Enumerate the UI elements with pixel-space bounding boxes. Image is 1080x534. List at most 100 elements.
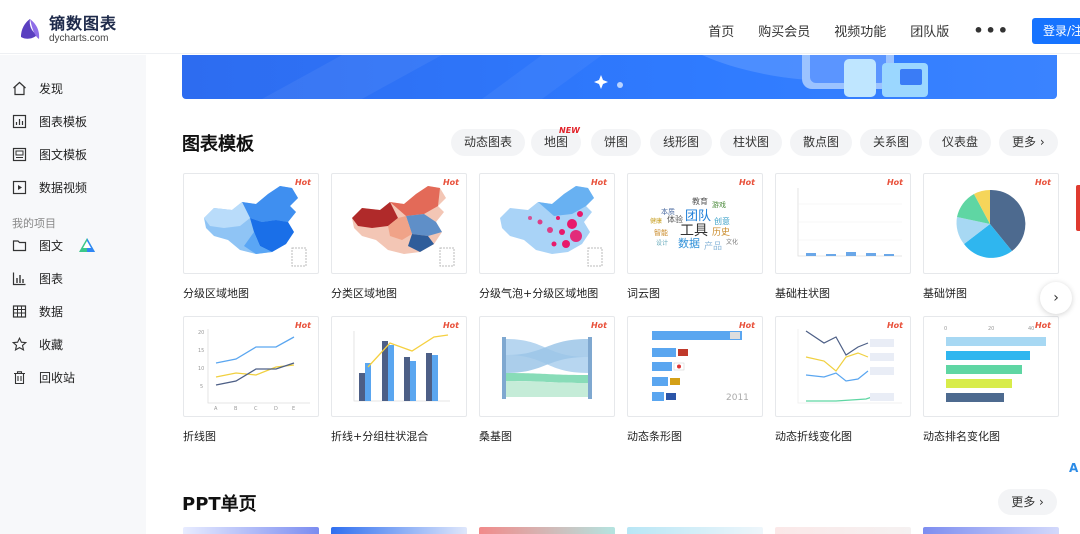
word-cloud-word: 历史 [712,226,730,238]
hot-badge: Hot [442,178,459,187]
filter-pie[interactable]: 饼图 [591,129,642,156]
brand-logo[interactable]: 镝数图表 dycharts.com [17,16,117,44]
carousel-next-button[interactable]: › [1040,282,1072,314]
sidebar-item-image-text[interactable]: 图文 [0,231,146,259]
bubble-map-thumbnail [500,186,603,267]
new-badge: NEW [559,126,580,135]
axis-tick-label: 5 [200,384,203,390]
template-card-sankey[interactable]: Hot [479,316,615,417]
hot-badge: Hot [590,178,607,187]
sidebar-item-label: 图表 [39,271,64,286]
sidebar-item-trash[interactable]: 回收站 [0,363,146,391]
sidebar-item-label: 数据视频 [39,180,88,195]
basic-bar-thumbnail [797,188,902,257]
ppt-card[interactable] [479,527,615,534]
template-card-word-cloud[interactable]: 教育 游戏 本质 团队 体验 创意 工具 历史 数据 产品 智能 文化 设计 健… [627,173,763,274]
filter-scatter[interactable]: 散点图 [790,129,853,156]
template-card-racing-line[interactable]: Hot [775,316,911,417]
hot-badge: Hot [886,178,903,187]
template-card-line[interactable]: 20 15 10 5 A B C D E Hot [183,316,319,417]
filter-more[interactable]: 更多 › [999,129,1058,156]
ppt-card[interactable] [775,527,911,534]
word-cloud-thumbnail: 教育 游戏 本质 团队 体验 创意 工具 历史 数据 产品 智能 文化 设计 健… [650,196,738,252]
card-label: 动态折线变化图 [775,430,852,443]
hot-badge: Hot [294,178,311,187]
hot-badge: Hot [886,321,903,330]
section-title-ppt: PPT单页 [182,494,257,515]
template-card-bubble-map[interactable]: Hot [479,173,615,274]
login-button[interactable]: 登录/注 [1032,17,1080,44]
sidebar-item-data[interactable]: 数据 [0,297,146,325]
chart-template-icon [12,114,27,128]
sidebar-section-my-projects: 我的项目 [12,217,56,230]
sidebar-item-favorites[interactable]: 收藏 [0,330,146,358]
template-card-basic-pie[interactable]: Hot [923,173,1059,274]
axis-tick-label: 20 [198,330,204,336]
sidebar-item-chart-templates[interactable]: 图表模板 [0,107,146,135]
ppt-card[interactable] [923,527,1059,534]
word-cloud-word: 游戏 [712,200,726,209]
bar-chart-icon [12,272,26,285]
sidebar-item-discover[interactable]: 发现 [0,74,146,102]
ppt-card[interactable] [331,527,467,534]
trash-icon [14,370,25,384]
axis-tick-label: A [214,406,218,412]
sidebar-item-image-text-templates[interactable]: 图文模板 [0,140,146,168]
hot-badge: Hot [590,321,607,330]
axis-tick-label: 10 [198,366,204,372]
home-icon [13,81,26,95]
template-card-line-bar-combo[interactable]: Hot [331,316,467,417]
section-title-chart-templates: 图表模板 [182,134,254,155]
nav-home[interactable]: 首页 [708,21,734,40]
filter-bar[interactable]: 柱状图 [720,129,783,156]
ppt-more-button[interactable]: 更多 › [998,489,1057,515]
racing-year-label: 2011 [726,393,749,403]
axis-tick-label: 40 [1028,326,1034,332]
filter-relation[interactable]: 关系图 [860,129,923,156]
video-icon [12,180,27,194]
nav-team-edition[interactable]: 团队版 [910,21,949,40]
more-menu-icon[interactable]: ••• [973,21,1010,40]
promo-banner[interactable] [182,55,1057,99]
line-thumbnail: 20 15 10 5 A B C D E [198,329,310,412]
template-card-racing-bar[interactable]: 2011 Hot [627,316,763,417]
sidebar-item-label: 发现 [39,81,64,96]
template-card-basic-bar[interactable]: Hot [775,173,911,274]
ppt-card[interactable] [627,527,763,534]
racing-rank-thumbnail: 0 20 40 [944,326,1046,402]
brand-subtitle: dycharts.com [49,33,109,44]
axis-tick-label: 20 [988,326,994,332]
sidebar-item-charts[interactable]: 图表 [0,264,146,292]
sidebar-item-label: 收藏 [39,337,64,352]
card-label: 桑基图 [479,430,512,443]
template-card-choropleth-map[interactable]: Hot [183,173,319,274]
axis-tick-label: E [292,406,295,412]
racing-bar-thumbnail: 2011 [652,331,749,403]
filter-gauge[interactable]: 仪表盘 [929,129,992,156]
side-widget-tab[interactable] [1076,185,1080,231]
banner-illustration [262,55,928,99]
card-label: 分级区域地图 [183,287,249,300]
filter-dynamic-charts[interactable]: 动态图表 [451,129,526,156]
sidebar-item-data-video[interactable]: 数据视频 [0,173,146,201]
word-cloud-word: 文化 [726,238,738,246]
ppt-card[interactable] [183,527,319,534]
filter-line[interactable]: 线形图 [650,129,713,156]
nav-video-features[interactable]: 视频功能 [834,21,886,40]
template-card-category-map[interactable]: Hot [331,173,467,274]
image-text-template-icon [12,147,27,161]
hot-badge: Hot [738,321,755,330]
card-label: 基础柱状图 [775,287,830,300]
sidebar: 发现 图表模板 图文模板 数据视频 我的项目 图文 图表 数据 收藏 回收站 [0,55,146,534]
word-cloud-word: 团队 [685,209,711,224]
top-navigation-bar: 镝数图表 dycharts.com 首页 购买会员 视频功能 团队版 ••• 登… [0,7,1080,54]
sidebar-item-label: 数据 [39,304,64,319]
template-card-racing-rank[interactable]: 0 20 40 Hot [923,316,1059,417]
card-label: 动态排名变化图 [923,430,1000,443]
word-cloud-word: 教育 [692,196,708,206]
card-label: 折线+分组柱状混合 [331,430,429,443]
sidebar-item-label: 图文 [39,238,64,253]
floating-assistant-icon[interactable]: A [1069,461,1078,475]
nav-membership[interactable]: 购买会员 [758,21,810,40]
card-label: 词云图 [627,287,660,300]
